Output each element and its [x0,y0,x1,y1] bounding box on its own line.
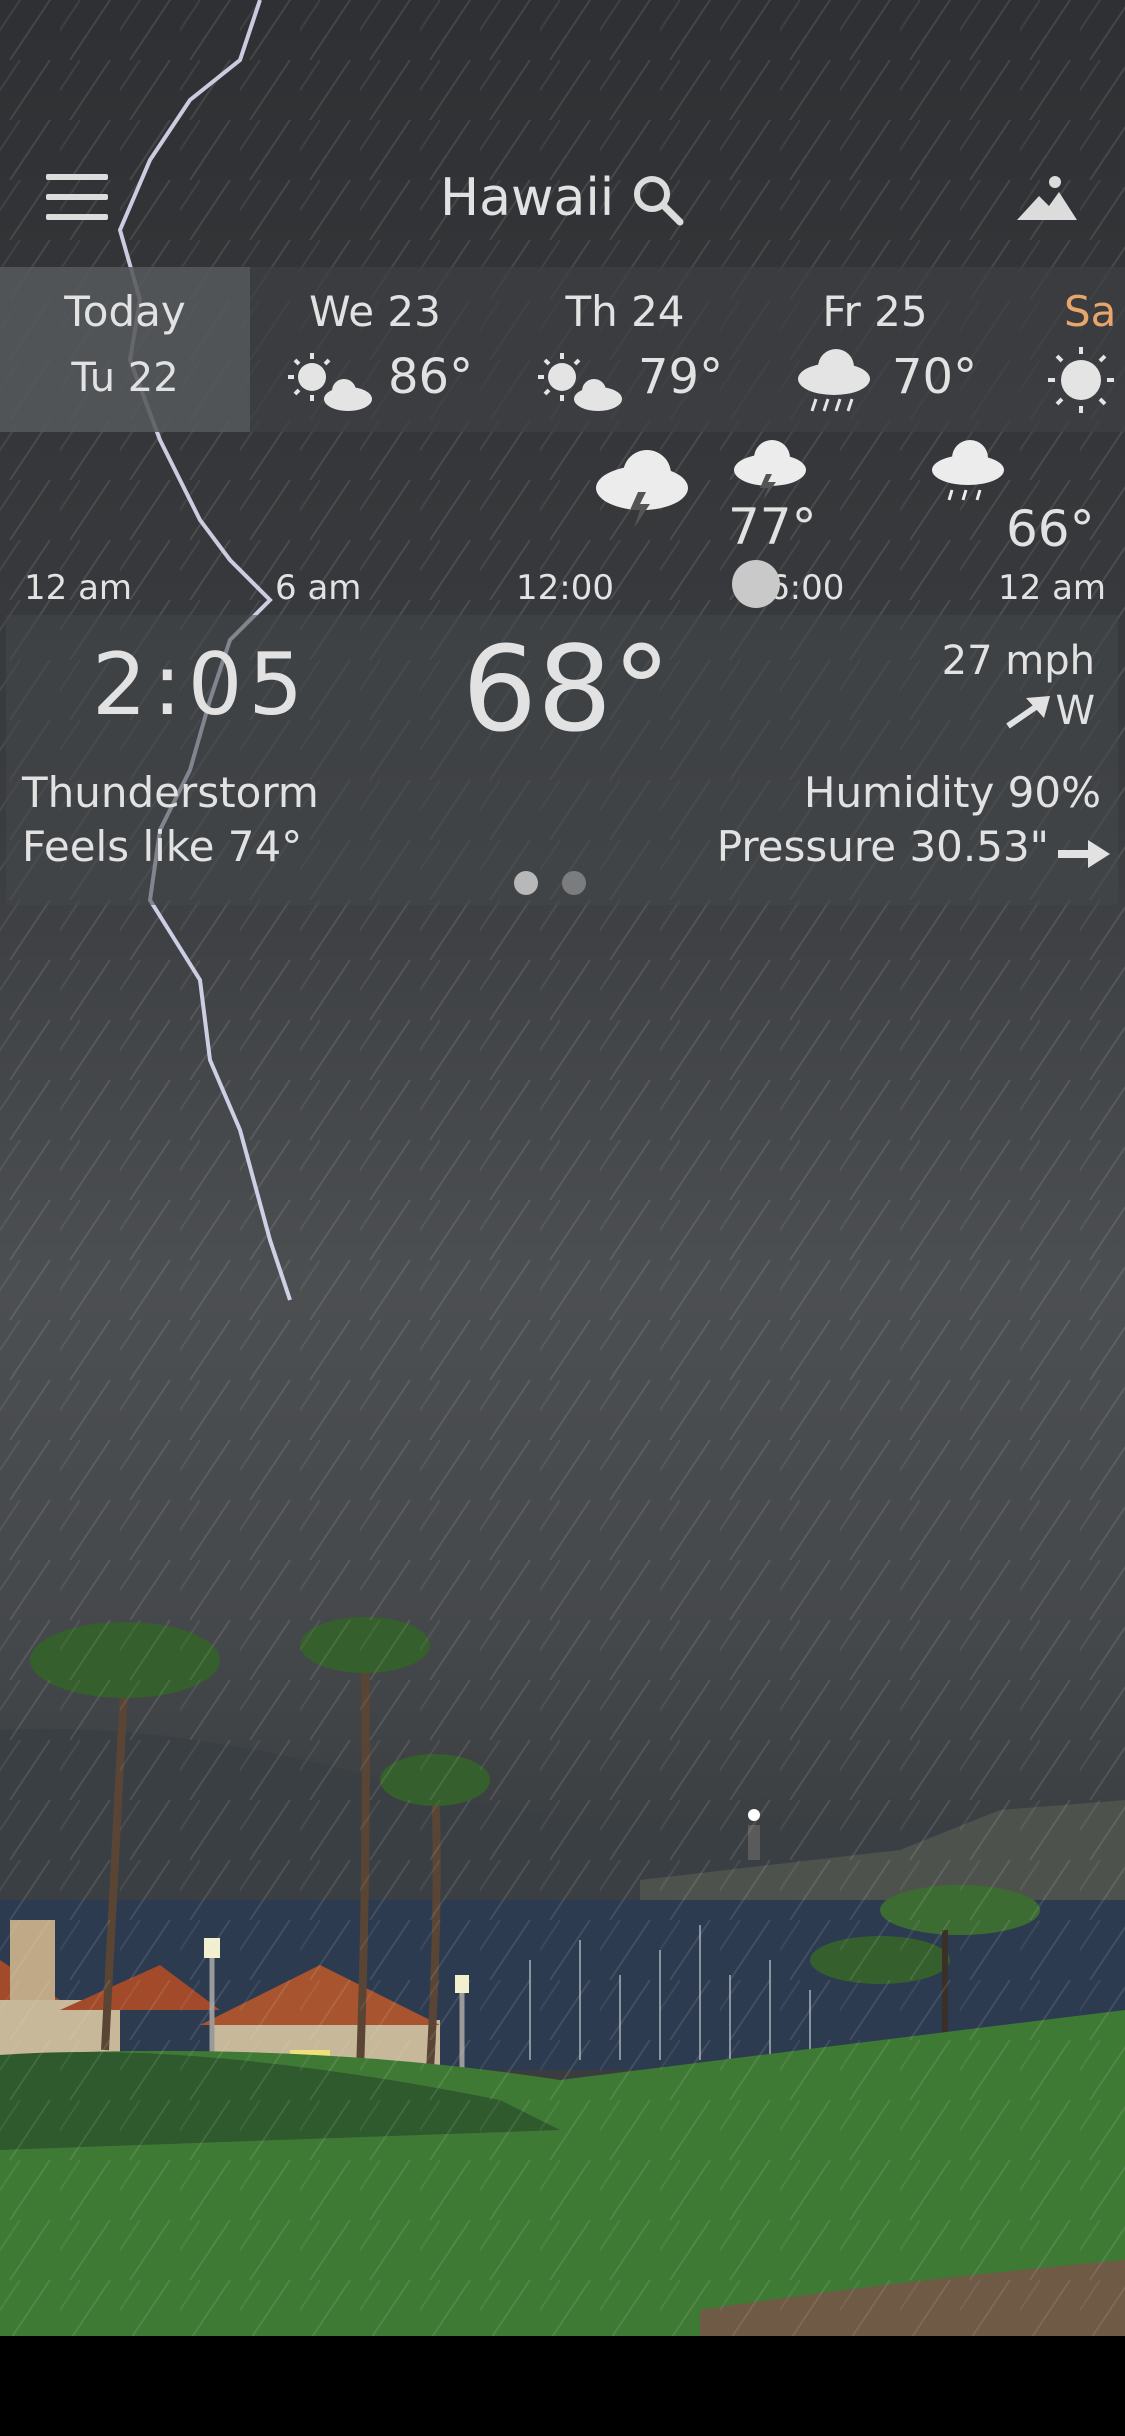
wind-direction: W [1055,688,1095,734]
current-temperature: 68° [462,620,672,758]
day-date: Tu 22 [71,355,179,401]
partly-sunny-icon [288,353,372,411]
weather-scene: Hawaii Today Tu 22 We 23 86° Th 24 79° F… [0,0,1125,2336]
rain-cloud-icon [932,440,1004,501]
day-th-24[interactable]: Th 24 79° [500,267,750,432]
location-title[interactable]: Hawaii [440,168,614,228]
pressure-arrow-icon [1058,840,1110,868]
day-today[interactable]: Today Tu 22 [0,267,250,432]
day-name: We 23 [309,287,441,336]
day-name: Fr 25 [822,287,928,336]
scene-button[interactable] [1015,174,1079,224]
wind-speed: 27 mph [941,638,1095,684]
sun-icon [1048,347,1114,413]
thunderstorm-icon [596,450,688,528]
rain-cloud-icon [798,349,870,412]
day-name: Today [64,287,186,336]
search-icon [634,176,684,226]
daily-forecast-strip[interactable]: Today Tu 22 We 23 86° Th 24 79° Fr 25 70… [0,267,1125,432]
hourly-temp: 66° [1006,500,1095,558]
pressure: Pressure 30.53" [716,822,1049,871]
hourly-temp: 77° [728,498,817,556]
day-we-23[interactable]: We 23 86° [250,267,500,432]
mountain-icon [1017,176,1077,220]
feels-like: Feels like 74° [22,822,303,871]
page-indicator-dot-active[interactable] [514,871,538,895]
thunderstorm-icon [734,440,806,500]
menu-bar [46,194,108,200]
day-temp: 70° [892,349,978,405]
hour-label: 6 am [275,568,362,608]
menu-button[interactable] [46,170,110,226]
time-slider-handle[interactable] [732,560,780,608]
menu-bar [46,214,108,220]
system-bottom-bar [0,2336,1125,2436]
day-fr-25[interactable]: Fr 25 70° [750,267,1000,432]
hour-label: 12 am [998,568,1107,608]
page-indicator-dot[interactable] [562,871,586,895]
day-temp: 79° [638,349,724,405]
day-sa[interactable]: Sa [1000,267,1125,432]
menu-bar [46,174,108,180]
wind-arrow-icon [1006,696,1050,729]
hour-label: 12:00 [516,568,614,608]
hour-label: 12 am [24,568,133,608]
day-name: Sa [1064,287,1117,336]
day-name: Th 24 [565,287,685,336]
day-temp: 86° [388,349,474,405]
search-button[interactable] [628,170,688,230]
humidity: Humidity 90% [803,768,1101,817]
current-time: 2:05 [92,635,310,735]
condition-text: Thunderstorm [22,768,319,817]
partly-sunny-icon [538,353,622,411]
